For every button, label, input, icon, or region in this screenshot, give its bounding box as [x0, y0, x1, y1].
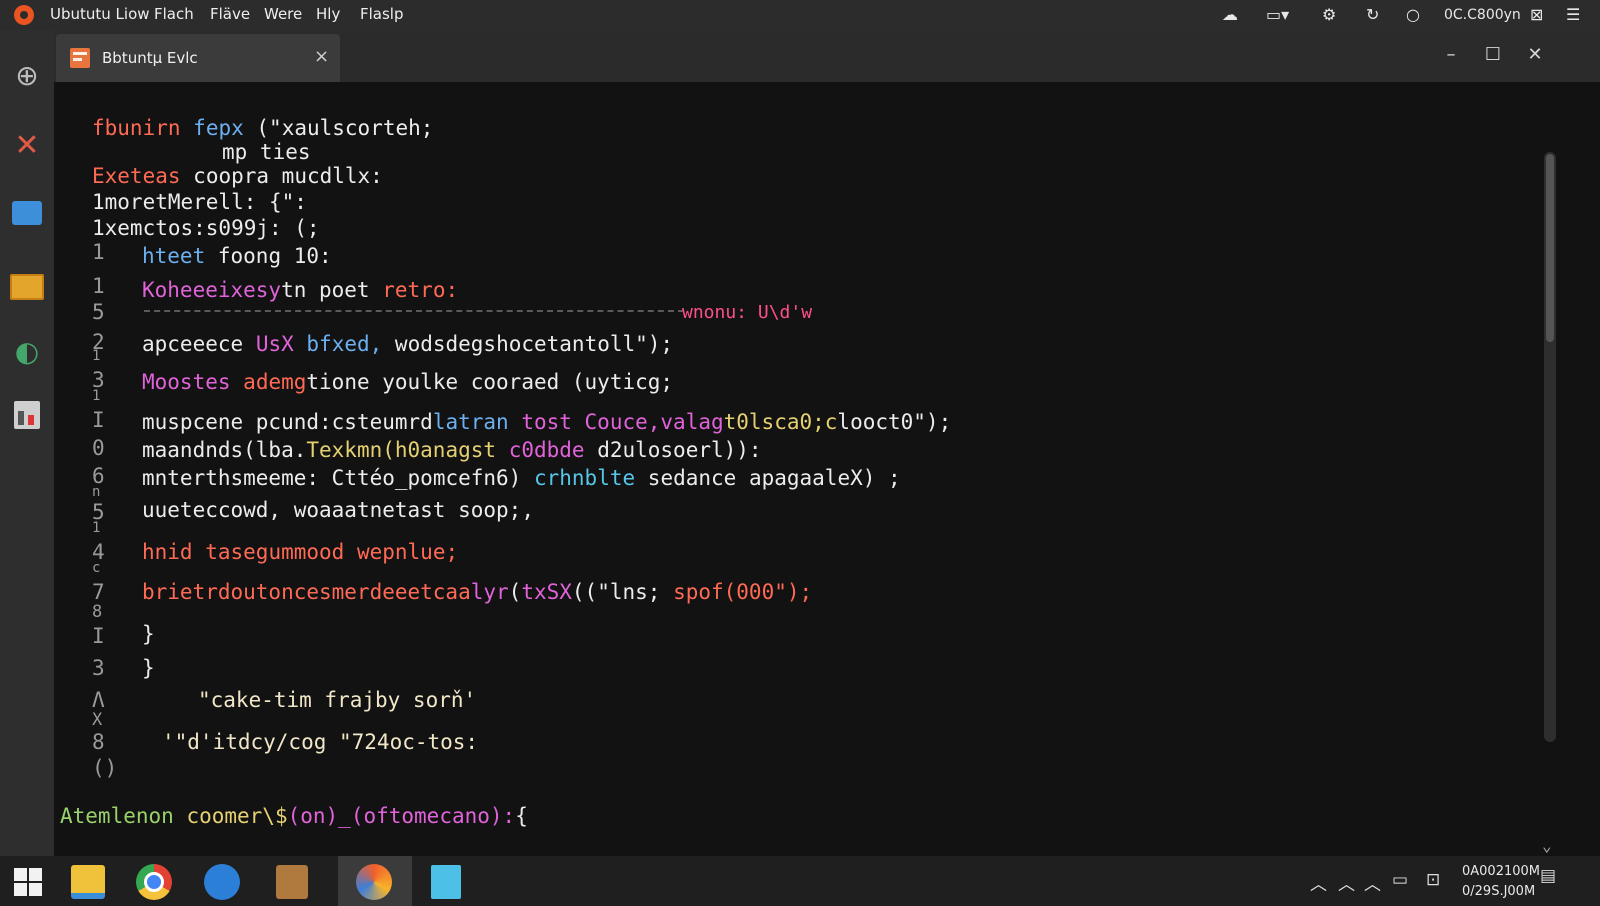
firefox-icon[interactable]	[354, 862, 394, 902]
notes-app-icon[interactable]	[426, 862, 466, 902]
line-number: Λ	[92, 688, 105, 712]
notification-icon[interactable]: ▤	[1540, 866, 1556, 886]
code-line: muspcene pcund:csteumrdlatran tost Couce…	[142, 410, 952, 434]
code-line: uueteccowd, woaaatnetast soop;,	[142, 498, 534, 522]
menu-item-5[interactable]: Hly	[316, 5, 340, 23]
ubuntu-logo-icon[interactable]	[14, 5, 34, 25]
network-icon[interactable]: ☁	[1222, 5, 1238, 24]
code-line: apceeece UsX bfxed, wodsdegshocetantoll"…	[142, 332, 674, 356]
folder-icon[interactable]	[10, 270, 44, 304]
display-tray-icon[interactable]: ▭	[1392, 870, 1408, 890]
chevron-up-icon-2[interactable]: ︿	[1338, 870, 1355, 895]
line-number: 1	[92, 520, 101, 536]
taskbar: ︿ ︿ ︿ ▭ ⊡ 0A002100M 0/29S.J00M ▤	[0, 856, 1600, 906]
globe-icon[interactable]: ◐	[10, 334, 44, 368]
line-number: 8	[92, 602, 103, 622]
chart-app-icon[interactable]	[10, 398, 44, 432]
launcher-sidebar: ⊕ ✕ ◐	[0, 30, 54, 856]
line-number: 3	[92, 656, 105, 680]
terminal-window: Bbtuntµ Evlc × – ☐ ✕ 1 1 5 2 1 3 1 I 0 6…	[54, 30, 1600, 856]
chevron-up-icon[interactable]: ︿	[1310, 870, 1327, 895]
code-line: Exeteas coopra mucdllx:	[92, 164, 383, 188]
settings-icon[interactable]: ⚙	[1322, 5, 1336, 24]
remote-desktop-icon[interactable]	[10, 196, 44, 230]
start-menu-icon[interactable]	[8, 862, 48, 902]
close-button[interactable]: ✕	[1522, 42, 1548, 68]
line-number: 0	[92, 436, 105, 460]
code-line: hnid tasegummood wepnlue;	[142, 540, 459, 564]
menu-item-3[interactable]: Fläve	[210, 5, 250, 23]
line-number: c	[92, 560, 101, 576]
screen-icon[interactable]: ⊠	[1530, 5, 1543, 24]
display-icon[interactable]: ▭▾	[1266, 5, 1289, 24]
file-explorer-icon[interactable]	[68, 862, 108, 902]
code-line: }	[142, 656, 155, 680]
tab-title: Bbtuntµ Evlc	[102, 49, 198, 67]
tools-icon[interactable]: ✕	[10, 128, 44, 163]
code-line: Koheeeixesytn poet retro:	[142, 278, 459, 302]
code-line: '"d'itdcy/cog "724oc-tos:	[162, 730, 479, 754]
line-number: 5	[92, 300, 105, 324]
line-number: I	[92, 624, 105, 648]
archive-app-icon[interactable]	[272, 862, 312, 902]
hamburger-menu-icon[interactable]: ☰	[1566, 5, 1580, 24]
code-line: "cake-tim frajby sorň'	[198, 688, 477, 712]
scrollbar-thumb[interactable]	[1546, 154, 1554, 342]
window-titlebar[interactable]: Bbtuntµ Evlc × – ☐ ✕	[54, 30, 1600, 82]
taskbar-clock-date[interactable]: 0/29S.J00M	[1462, 884, 1535, 899]
menu-item-4[interactable]: Were	[264, 5, 302, 23]
menu-item-6[interactable]: Flaslp	[360, 5, 404, 23]
code-line: brietrdoutoncesmerdeeetcaalyr(txSX(("lns…	[142, 580, 813, 604]
line-number: 1	[92, 348, 101, 364]
code-line: maandnds(lba.Texkmn(h0anagst c0dbde d2ul…	[142, 438, 762, 462]
menu-item-app[interactable]: Ubututu Liow	[50, 5, 150, 23]
taskbar-clock-time[interactable]: 0A002100M	[1462, 864, 1540, 879]
scroll-down-icon[interactable]: ⌄	[1542, 836, 1552, 855]
line-number: I	[92, 408, 105, 432]
minimize-button[interactable]: –	[1438, 42, 1464, 68]
sync-icon[interactable]: ↻	[1366, 5, 1379, 24]
tab-terminal[interactable]: Bbtuntµ Evlc ×	[56, 34, 340, 82]
code-line: Moostes ademgtione youlke cooraed (uytic…	[142, 370, 674, 394]
status-circle-icon[interactable]: ○	[1406, 5, 1420, 24]
line-number: 8	[92, 730, 105, 754]
code-line: hteet foong 10:	[142, 244, 332, 268]
code-line: wnonu: U\d'w	[682, 302, 813, 323]
menu-item-2[interactable]: Flach	[154, 5, 194, 23]
chevron-up-icon-3[interactable]: ︿	[1364, 870, 1381, 895]
code-line: 1moretMerell: {":	[92, 190, 307, 214]
line-number: 7	[92, 580, 105, 604]
volume-icon[interactable]: ⊡	[1426, 870, 1440, 890]
terminal-output[interactable]: 1 1 5 2 1 3 1 I 0 6 n 5 1 4 c 7 8 I 3 Λ …	[54, 82, 1600, 856]
line-number: 1	[92, 274, 105, 298]
code-line: fbunirn fepx ("xaulscorteh;	[92, 116, 434, 140]
vertical-scrollbar[interactable]	[1544, 152, 1556, 742]
separator-line	[144, 310, 684, 312]
line-number: 1	[92, 388, 101, 404]
line-number: X	[92, 710, 103, 730]
code-line: mnterthsmeeme: Cttéo_pomcefn6) crhnblte …	[142, 466, 901, 490]
top-menu-bar: Ubututu Liow Flach Fläve Were Hly Flaslp…	[0, 0, 1600, 30]
chrome-icon[interactable]	[134, 862, 174, 902]
maximize-button[interactable]: ☐	[1480, 42, 1506, 68]
terminal-tab-icon	[70, 48, 90, 68]
line-number: 1	[92, 240, 105, 264]
compass-icon[interactable]: ⊕	[10, 58, 44, 92]
line-number: n	[92, 484, 101, 500]
code-line: mp ties	[222, 140, 311, 164]
code-line: 1xemctos:s099j: (;	[92, 216, 320, 240]
tray-clock[interactable]: 0C.C800yn	[1444, 7, 1521, 23]
tab-close-icon[interactable]: ×	[314, 46, 329, 67]
browser-icon[interactable]	[202, 862, 242, 902]
prompt-line[interactable]: Atemlenon coomer\$(on)_(oftomecano):{	[60, 804, 528, 828]
code-line: }	[142, 622, 155, 646]
line-number: ()	[92, 756, 118, 780]
